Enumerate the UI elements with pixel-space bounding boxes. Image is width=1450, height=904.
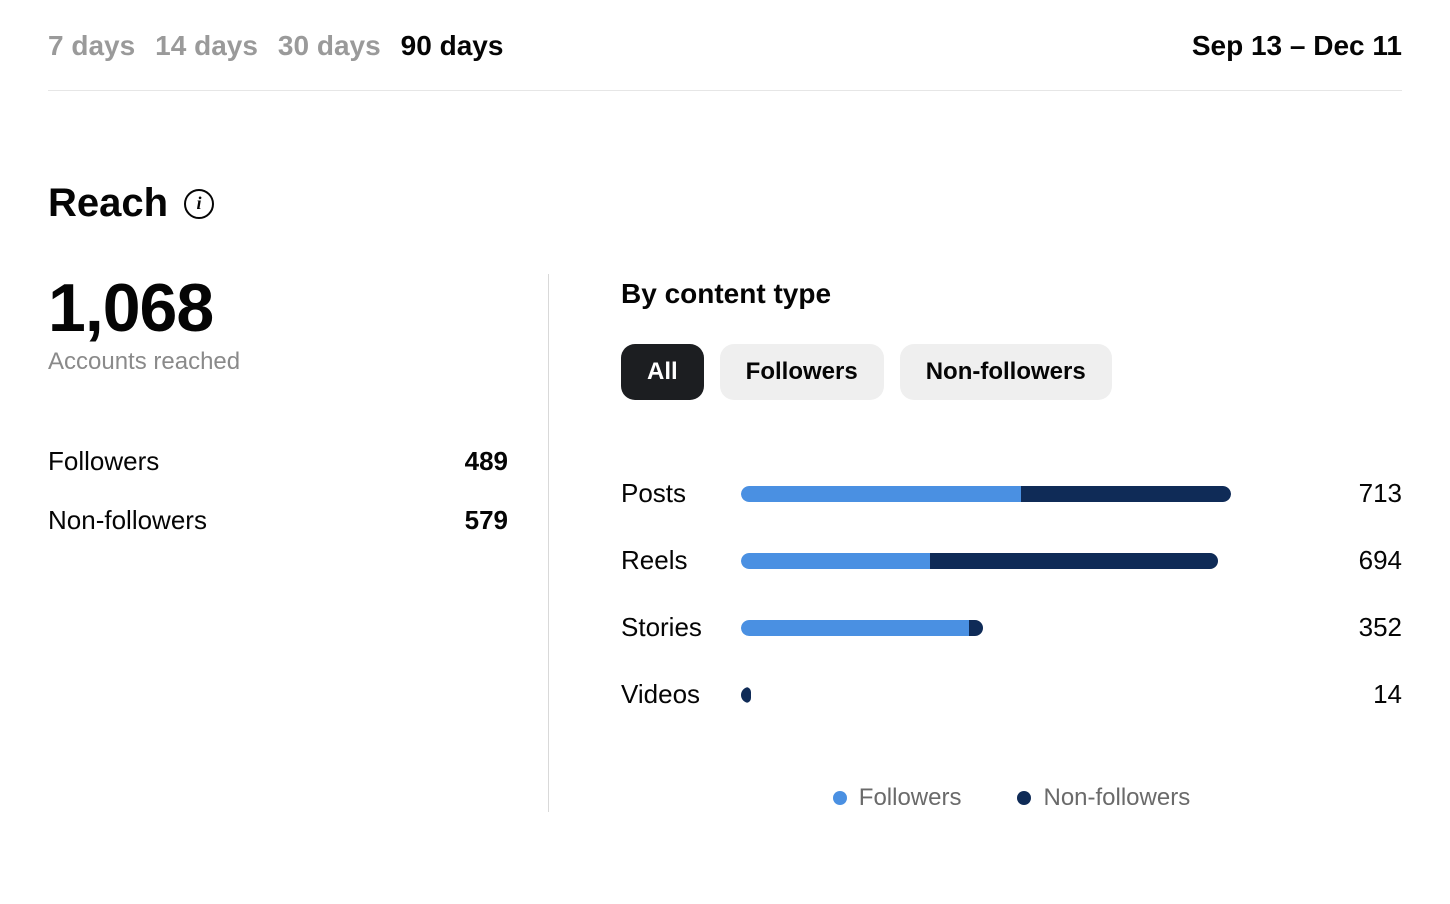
bar-track <box>741 687 1231 703</box>
time-range-header: 7 days 14 days 30 days 90 days Sep 13 – Dec… <box>48 30 1402 91</box>
legend-label-nonfollowers: Non-followers <box>1043 784 1190 812</box>
breakdown-value: 579 <box>465 505 508 536</box>
bar-row-label: Videos <box>621 679 721 710</box>
bar-track <box>741 553 1231 569</box>
breakdown-value: 489 <box>465 446 508 477</box>
breakdown-label: Non-followers <box>48 505 207 536</box>
section-header: Reach i <box>48 181 1402 226</box>
content-type-heading: By content type <box>621 278 1402 310</box>
bar-row: Stories 352 <box>621 594 1402 661</box>
legend-dot-followers-icon <box>833 791 847 805</box>
time-tab-30-days[interactable]: 30 days <box>278 30 381 62</box>
filter-pill-non-followers[interactable]: Non-followers <box>900 344 1112 400</box>
bar-segment-followers <box>741 553 930 569</box>
info-icon[interactable]: i <box>184 189 214 219</box>
legend-item-nonfollowers: Non-followers <box>1017 784 1190 812</box>
bar-row-value: 14 <box>1251 679 1402 710</box>
filter-pill-followers[interactable]: Followers <box>720 344 884 400</box>
chart-legend: Followers Non-followers <box>621 784 1402 812</box>
bar-row-value: 352 <box>1251 612 1402 643</box>
accounts-reached-label: Accounts reached <box>48 348 508 376</box>
bar-row-label: Reels <box>621 545 721 576</box>
bar-segment-followers <box>741 486 1021 502</box>
content-type-bar-chart: Posts 713 Reels 694 Stories 352 Videos 14 <box>621 460 1402 728</box>
bar-segment-nonfollowers <box>1021 486 1231 502</box>
breakdown-row: Non-followers 579 <box>48 491 508 550</box>
bar-segment-nonfollowers <box>969 620 983 636</box>
content-type-filter-pills: All Followers Non-followers <box>621 344 1402 400</box>
filter-pill-all[interactable]: All <box>621 344 704 400</box>
bar-row-value: 694 <box>1251 545 1402 576</box>
accounts-reached-value: 1,068 <box>48 274 508 342</box>
breakdown-row: Followers 489 <box>48 432 508 491</box>
content-type-panel: By content type All Followers Non-follower… <box>549 274 1402 812</box>
reach-breakdown-list: Followers 489 Non-followers 579 <box>48 432 508 550</box>
time-tab-14-days[interactable]: 14 days <box>155 30 258 62</box>
legend-dot-nonfollowers-icon <box>1017 791 1031 805</box>
legend-item-followers: Followers <box>833 784 962 812</box>
section-title: Reach <box>48 181 168 226</box>
reach-summary: 1,068 Accounts reached Followers 489 Non-f… <box>48 274 548 812</box>
time-range-tabs: 7 days 14 days 30 days 90 days <box>48 30 503 62</box>
bar-row: Reels 694 <box>621 527 1402 594</box>
breakdown-label: Followers <box>48 446 159 477</box>
time-tab-7-days[interactable]: 7 days <box>48 30 135 62</box>
legend-label-followers: Followers <box>859 784 962 812</box>
bar-row-label: Stories <box>621 612 721 643</box>
bar-track <box>741 486 1231 502</box>
bar-segment-nonfollowers <box>930 553 1218 569</box>
bar-segment-nonfollowers <box>741 687 751 703</box>
bar-row-label: Posts <box>621 478 721 509</box>
bar-row: Videos 14 <box>621 661 1402 728</box>
date-range: Sep 13 – Dec 11 <box>1192 30 1402 62</box>
bar-track <box>741 620 1231 636</box>
time-tab-90-days[interactable]: 90 days <box>401 30 504 62</box>
bar-row: Posts 713 <box>621 460 1402 527</box>
bar-row-value: 713 <box>1251 478 1402 509</box>
bar-segment-followers <box>741 620 969 636</box>
